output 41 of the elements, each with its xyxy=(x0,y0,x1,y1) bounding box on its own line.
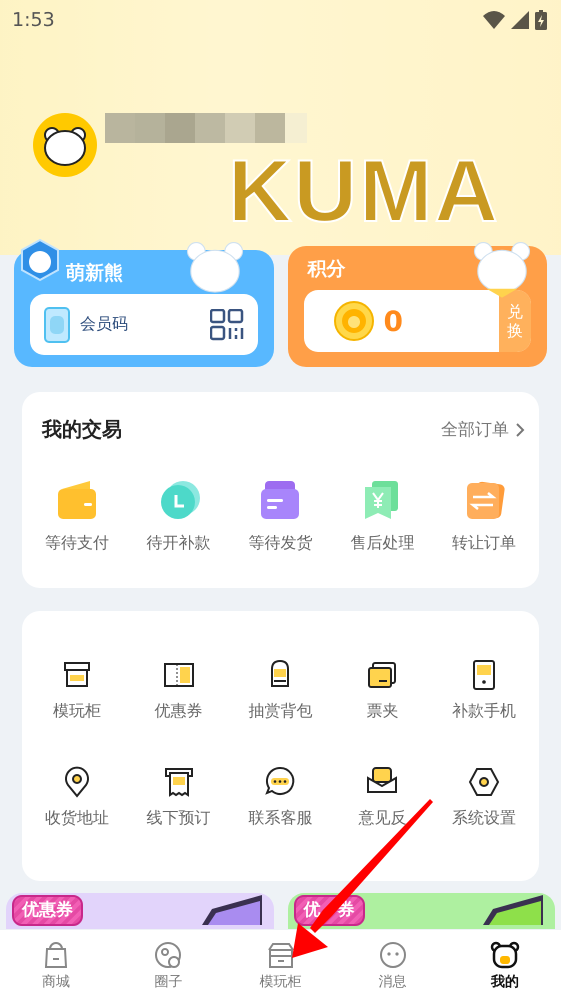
order-status-item[interactable]: 转让订单 xyxy=(433,479,535,554)
nav-tab[interactable]: 模玩柜 xyxy=(224,930,337,999)
member-code-button[interactable]: 会员码 xyxy=(30,294,258,355)
kuma-watermark: KUMA xyxy=(228,140,500,242)
card-icon xyxy=(44,306,70,342)
tool-item[interactable]: 线下预订 xyxy=(128,764,230,829)
chevron-right-icon xyxy=(515,422,525,438)
avatar[interactable] xyxy=(33,113,97,177)
battery-icon xyxy=(535,10,547,30)
tool-item[interactable]: 系统设置 xyxy=(433,764,535,829)
section-title: 我的交易 xyxy=(42,416,122,443)
tool-item[interactable]: 模玩柜 xyxy=(26,657,128,722)
nav-tab[interactable]: 商城 xyxy=(0,930,112,999)
nav-tab[interactable]: 我的 xyxy=(448,930,561,999)
order-status-item[interactable]: 等待支付 xyxy=(26,479,128,554)
points-title: 积分 xyxy=(306,257,346,282)
points-value: 0 xyxy=(384,304,404,338)
tool-item[interactable]: 意见反 xyxy=(331,764,434,829)
badge-icon xyxy=(18,238,62,282)
signal-icon xyxy=(511,11,529,29)
wifi-icon xyxy=(483,11,505,29)
tool-item[interactable]: 抽赏背包 xyxy=(230,657,332,722)
coin-icon xyxy=(334,301,374,341)
order-status-item[interactable]: 售后处理 xyxy=(331,479,434,554)
all-orders-link[interactable]: 全部订单 xyxy=(441,418,525,441)
qr-code-icon xyxy=(210,308,244,340)
order-status-item[interactable]: 待开补款 xyxy=(128,479,230,554)
member-level: 萌新熊 xyxy=(65,261,124,286)
nav-tab[interactable]: 消息 xyxy=(336,930,449,999)
coupon-tag-text: 优 xyxy=(304,899,320,922)
tool-item[interactable]: 票夹 xyxy=(331,657,434,722)
tool-item[interactable]: 收货地址 xyxy=(26,764,128,829)
coupon-banner[interactable]: 优惠券 xyxy=(6,893,274,929)
tool-item[interactable]: 联系客服 xyxy=(230,764,332,829)
order-status-item[interactable]: 等待发货 xyxy=(230,479,332,554)
coupon-tag-text: 优惠券 xyxy=(22,899,73,922)
nav-tab[interactable]: 圈子 xyxy=(112,930,224,999)
tool-item[interactable]: 补款手机 xyxy=(433,657,535,722)
member-code-label: 会员码 xyxy=(80,314,129,335)
tool-item[interactable]: 优惠券 xyxy=(128,657,230,722)
status-time: 1:53 xyxy=(12,9,55,31)
